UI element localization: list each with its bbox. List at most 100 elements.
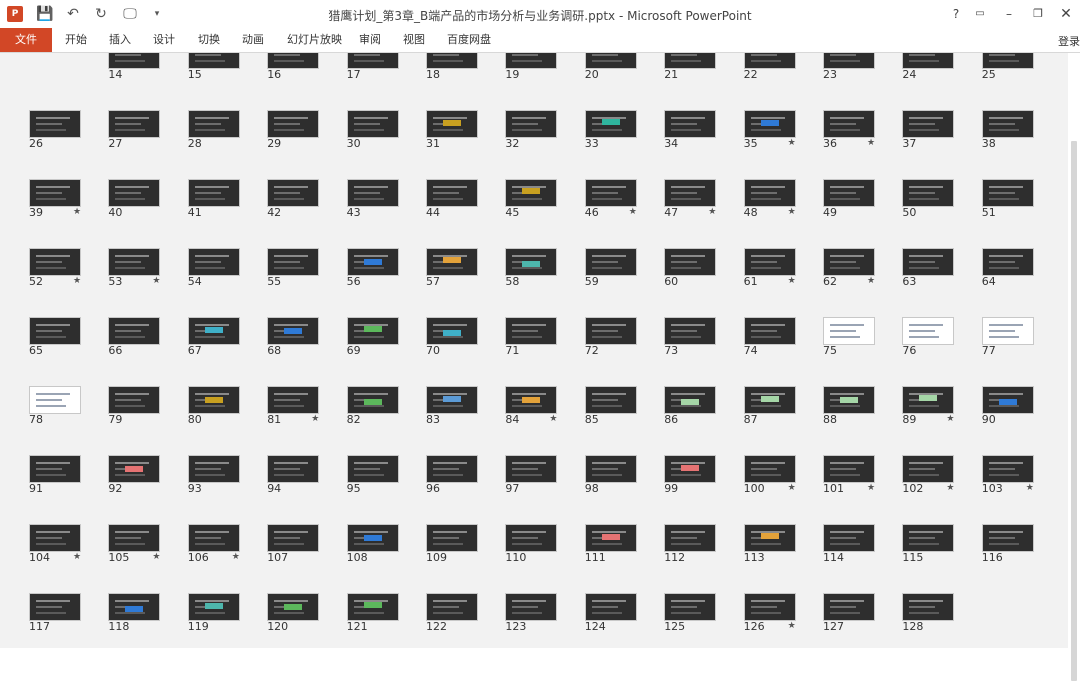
maximize-button[interactable]: ❐ xyxy=(1026,4,1050,24)
slide-thumbnail[interactable]: 94 xyxy=(267,455,320,495)
slide-thumbnail[interactable]: 111 xyxy=(584,524,637,564)
slide-thumbnail[interactable]: 17 xyxy=(346,53,399,81)
slide-thumbnail[interactable]: 22 xyxy=(743,53,796,81)
slide-thumbnail[interactable]: 21 xyxy=(664,53,717,81)
sign-in-link[interactable]: 登录 xyxy=(1058,33,1080,49)
slide-thumbnail[interactable]: 109 xyxy=(426,524,478,564)
slide-thumbnail[interactable]: 75 xyxy=(823,317,875,357)
slide-thumbnail[interactable]: 43 xyxy=(346,179,399,219)
slide-thumbnail[interactable]: 41 xyxy=(187,179,240,219)
slide-thumbnail[interactable]: 49 xyxy=(823,179,875,219)
slide-thumbnail[interactable]: 92 xyxy=(108,455,161,495)
slide-thumbnail[interactable]: 19 xyxy=(505,53,558,81)
slide-thumbnail[interactable]: 88 xyxy=(823,386,875,426)
slide-thumbnail[interactable]: 52 ★ xyxy=(29,248,81,288)
slide-thumbnail[interactable]: 18 xyxy=(426,53,478,81)
slide-thumbnail[interactable]: 26 xyxy=(29,110,81,150)
slide-thumbnail[interactable]: 36 ★ xyxy=(823,110,875,150)
slide-thumbnail[interactable]: 35 ★ xyxy=(743,110,796,150)
slide-thumbnail[interactable]: 103 ★ xyxy=(981,455,1034,495)
slide-thumbnail[interactable]: 118 xyxy=(108,593,161,633)
slide-thumbnail[interactable]: 72 xyxy=(584,317,637,357)
slide-thumbnail[interactable]: 32 xyxy=(505,110,558,150)
slide-thumbnail[interactable]: 87 xyxy=(743,386,796,426)
slide-thumbnail[interactable]: 110 xyxy=(505,524,558,564)
slide-thumbnail[interactable]: 79 xyxy=(108,386,161,426)
slide-thumbnail[interactable]: 127 xyxy=(823,593,875,633)
slide-thumbnail[interactable]: 70 xyxy=(426,317,478,357)
slide-thumbnail[interactable]: 63 xyxy=(902,248,955,288)
help-button[interactable]: ? xyxy=(944,4,968,24)
tab-animations[interactable]: 动画 xyxy=(242,28,264,52)
slide-thumbnail[interactable]: 58 xyxy=(505,248,558,288)
slide-thumbnail[interactable]: 24 xyxy=(902,53,955,81)
tab-home[interactable]: 开始 xyxy=(65,28,87,52)
slide-thumbnail[interactable]: 39 ★ xyxy=(29,179,81,219)
slide-thumbnail[interactable]: 14 xyxy=(108,53,161,81)
slide-thumbnail[interactable]: 105 ★ xyxy=(108,524,160,564)
slide-thumbnail[interactable]: 16 xyxy=(267,53,320,81)
slide-thumbnail[interactable]: 20 xyxy=(584,53,637,81)
slide-thumbnail[interactable]: 81 ★ xyxy=(267,386,319,426)
slide-thumbnail[interactable]: 29 xyxy=(267,110,320,150)
scrollbar-thumb[interactable] xyxy=(1071,141,1077,681)
tab-insert[interactable]: 插入 xyxy=(109,28,131,52)
slide-thumbnail[interactable]: 128 xyxy=(902,593,955,633)
slide-thumbnail[interactable]: 116 xyxy=(981,524,1034,564)
minimize-button[interactable]: – xyxy=(997,4,1021,24)
slide-thumbnail[interactable]: 56 xyxy=(346,248,399,288)
slide-thumbnail[interactable]: 96 xyxy=(426,455,478,495)
slide-thumbnail[interactable]: 57 xyxy=(426,248,478,288)
slide-thumbnail[interactable]: 47 ★ xyxy=(664,179,716,219)
slide-thumbnail[interactable]: 61 ★ xyxy=(743,248,796,288)
tab-review[interactable]: 审阅 xyxy=(359,28,381,52)
slide-thumbnail[interactable]: 82 xyxy=(346,386,399,426)
ribbon-display-options-button[interactable]: ▭ xyxy=(968,4,992,24)
slide-thumbnail[interactable]: 60 xyxy=(664,248,717,288)
slide-thumbnail[interactable]: 37 xyxy=(902,110,955,150)
slide-thumbnail[interactable]: 15 xyxy=(187,53,240,81)
tab-design[interactable]: 设计 xyxy=(153,28,175,52)
slide-thumbnail[interactable]: 102 ★ xyxy=(902,455,954,495)
slide-thumbnail[interactable]: 53 ★ xyxy=(108,248,160,288)
slide-thumbnail[interactable]: 30 xyxy=(346,110,399,150)
slide-thumbnail[interactable]: 65 xyxy=(29,317,81,357)
tab-slideshow[interactable]: 幻灯片放映 xyxy=(287,28,342,52)
slide-thumbnail[interactable]: 48 ★ xyxy=(743,179,796,219)
slide-thumbnail[interactable]: 46 ★ xyxy=(584,179,637,219)
slide-thumbnail[interactable]: 74 xyxy=(743,317,796,357)
slide-thumbnail[interactable]: 68 xyxy=(267,317,320,357)
slide-thumbnail[interactable]: 95 xyxy=(346,455,399,495)
slide-thumbnail[interactable]: 77 xyxy=(981,317,1034,357)
slide-thumbnail[interactable]: 76 xyxy=(902,317,955,357)
vertical-scrollbar[interactable] xyxy=(1068,53,1080,681)
slide-thumbnail[interactable]: 85 xyxy=(584,386,637,426)
slide-thumbnail[interactable]: 71 xyxy=(505,317,558,357)
slide-thumbnail[interactable]: 117 xyxy=(29,593,81,633)
slide-thumbnail[interactable]: 119 xyxy=(187,593,240,633)
slide-thumbnail[interactable]: 44 xyxy=(426,179,478,219)
slide-thumbnail[interactable]: 108 xyxy=(346,524,399,564)
tab-baidu-netdisk[interactable]: 百度网盘 xyxy=(447,28,491,52)
slide-thumbnail[interactable]: 25 xyxy=(981,53,1034,81)
slide-thumbnail[interactable]: 115 xyxy=(902,524,955,564)
slide-thumbnail[interactable]: 86 xyxy=(664,386,717,426)
slide-thumbnail[interactable]: 106 ★ xyxy=(187,524,240,564)
slide-thumbnail[interactable]: 91 xyxy=(29,455,81,495)
slide-thumbnail[interactable]: 50 xyxy=(902,179,955,219)
slide-thumbnail[interactable]: 73 xyxy=(664,317,717,357)
slide-thumbnail[interactable]: 62 ★ xyxy=(823,248,875,288)
slide-thumbnail[interactable]: 100 ★ xyxy=(743,455,796,495)
slide-thumbnail[interactable]: 124 xyxy=(584,593,637,633)
slide-thumbnail[interactable]: 125 xyxy=(664,593,717,633)
slide-thumbnail[interactable]: 67 xyxy=(187,317,240,357)
slide-thumbnail[interactable]: 114 xyxy=(823,524,875,564)
slide-thumbnail[interactable]: 69 xyxy=(346,317,399,357)
slide-thumbnail[interactable]: 120 xyxy=(267,593,320,633)
tab-file[interactable]: 文件 xyxy=(0,28,52,52)
slide-thumbnail[interactable]: 84 ★ xyxy=(505,386,557,426)
slide-thumbnail[interactable]: 23 xyxy=(823,53,875,81)
slide-thumbnail[interactable]: 64 xyxy=(981,248,1034,288)
slide-thumbnail[interactable]: 122 xyxy=(426,593,478,633)
slide-thumbnail[interactable]: 54 xyxy=(187,248,240,288)
